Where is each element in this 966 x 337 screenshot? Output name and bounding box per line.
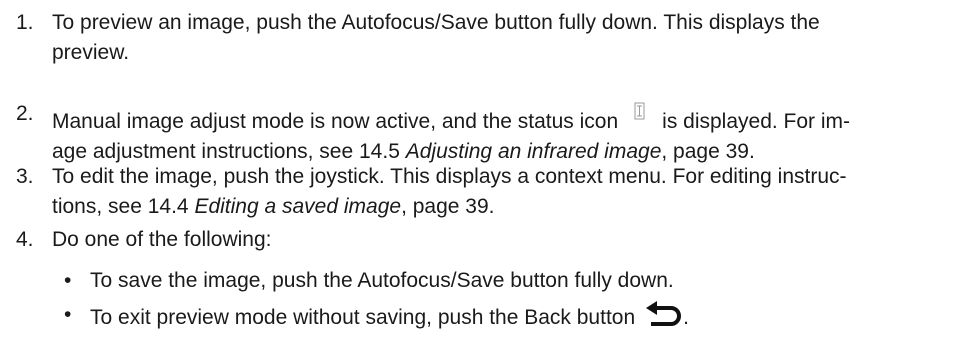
step-text: Manual image adjust mode is now active, … xyxy=(52,99,957,167)
step-line: To preview an image, push the Autofocus/… xyxy=(52,11,820,34)
bullet-symbol: • xyxy=(64,269,72,292)
section-reference: Adjusting an infrared image xyxy=(405,140,662,163)
step-number: 1. xyxy=(16,11,34,34)
step-number: 3. xyxy=(16,165,34,188)
bullet-text: To save the image, push the Autofocus/Sa… xyxy=(90,269,674,292)
step-text-after-icon: is displayed. For im- xyxy=(662,110,851,133)
step-number: 2. xyxy=(16,102,34,125)
step-line: Do one of the following: xyxy=(52,228,272,251)
step-text: tions, see 14.4 xyxy=(52,195,195,218)
bullet-text-content: To exit preview mode without saving, pus… xyxy=(90,306,636,329)
step-line: To edit the image, push the joystick. Th… xyxy=(52,165,847,188)
section-reference: Editing a saved image xyxy=(194,195,402,218)
step-text: To preview an image, push the Autofocus/… xyxy=(52,8,957,68)
bullet-symbol: • xyxy=(64,303,72,326)
page-reference: , page 39. xyxy=(401,195,495,218)
step-line: tions, see 14.4 Editing a saved image, p… xyxy=(52,192,957,222)
bullet-period: . xyxy=(683,306,689,329)
step-line: preview. xyxy=(52,41,130,64)
step-number: 4. xyxy=(16,228,34,251)
step-text: To edit the image, push the joystick. Th… xyxy=(52,162,957,222)
bullet-text: To exit preview mode without saving, pus… xyxy=(90,300,689,333)
step-text-before-icon: Manual image adjust mode is now active, … xyxy=(52,110,619,133)
step-text: age adjustment instructions, see 14.5 xyxy=(52,140,406,163)
page-reference: , page 39. xyxy=(661,140,755,163)
step-text: Do one of the following: xyxy=(52,225,957,255)
manual-adjust-status-icon xyxy=(632,99,648,120)
step-line: Manual image adjust mode is now active, … xyxy=(52,99,957,137)
back-arrow-icon xyxy=(645,300,683,328)
